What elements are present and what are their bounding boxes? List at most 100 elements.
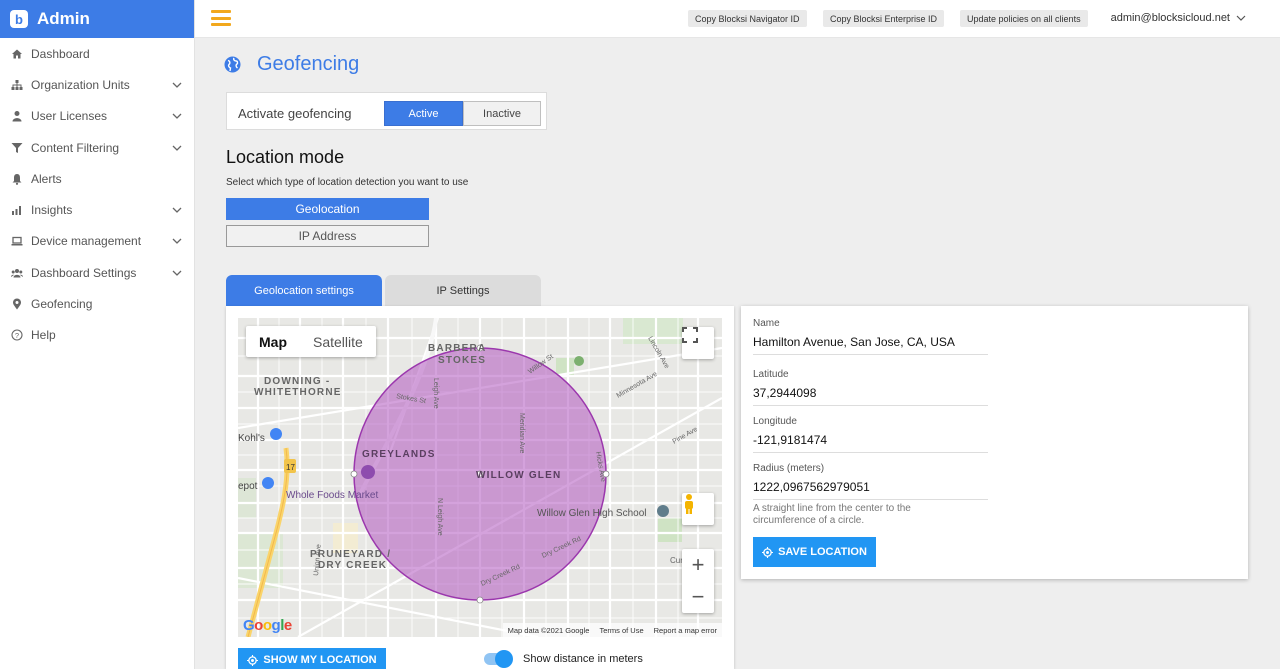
- brand-header[interactable]: b Admin: [0, 0, 194, 38]
- sidebar-item-label: Device management: [31, 234, 142, 249]
- radius-hint: A straight line from the center to the c…: [753, 503, 911, 526]
- bell-icon: [11, 173, 23, 185]
- activate-geofencing-label: Activate geofencing: [238, 106, 352, 121]
- street-view-pegman-icon[interactable]: [682, 493, 714, 525]
- google-logo: Google: [243, 617, 292, 634]
- copy-enterprise-id-button[interactable]: Copy Blocksi Enterprise ID: [823, 10, 945, 27]
- chevron-down-icon: [172, 82, 182, 88]
- latitude-value[interactable]: 37,2944098: [753, 386, 988, 405]
- location-mode-title: Location mode: [226, 147, 345, 167]
- map-card: BARBERA STOKES DOWNING - WHITETHORNE GRE…: [226, 306, 734, 669]
- globe-icon: [224, 56, 241, 73]
- fullscreen-icon[interactable]: [682, 327, 714, 359]
- sidebar-item-user-licenses[interactable]: User Licenses: [0, 101, 194, 132]
- sidebar-item-content-filtering[interactable]: Content Filtering: [0, 132, 194, 163]
- location-mode-description: Select which type of location detection …: [226, 177, 469, 188]
- crosshair-icon: [247, 654, 259, 666]
- map-data-attribution: Map data ©2021 Google: [507, 626, 590, 635]
- map-label: WILLOW GLEN: [476, 470, 561, 481]
- user-email: admin@blocksicloud.net: [1110, 12, 1230, 24]
- longitude-label: Longitude: [753, 416, 797, 427]
- report-map-error-link[interactable]: Report a map error: [649, 623, 722, 637]
- org-tree-icon: [11, 79, 23, 91]
- name-label: Name: [753, 318, 780, 329]
- terms-of-use-link[interactable]: Terms of Use: [594, 623, 648, 637]
- map-label: WHITETHORNE: [254, 387, 342, 398]
- sidebar-item-label: Content Filtering: [31, 140, 120, 155]
- sidebar-item-label: Alerts: [31, 171, 62, 186]
- sidebar-item-label: Organization Units: [31, 77, 130, 92]
- person-icon: [11, 110, 23, 122]
- map-label: Leigh Ave: [432, 378, 439, 409]
- longitude-field[interactable]: Longitude -121,9181474: [753, 416, 988, 453]
- tab-ip-settings[interactable]: IP Settings: [385, 275, 541, 306]
- map-pin-icon: [11, 298, 23, 310]
- map-label: STOKES: [438, 355, 486, 366]
- map-type-control: Map Satellite: [246, 326, 376, 357]
- sidebar-item-alerts[interactable]: Alerts: [0, 163, 194, 194]
- name-field[interactable]: Name Hamilton Avenue, San Jose, CA, USA: [753, 318, 988, 355]
- copy-navigator-id-button[interactable]: Copy Blocksi Navigator ID: [688, 10, 807, 27]
- sidebar-item-dashboard-settings[interactable]: Dashboard Settings: [0, 257, 194, 288]
- show-distance-label: Show distance in meters: [523, 653, 643, 665]
- map-label: Meridian Ave: [518, 413, 525, 453]
- bar-chart-icon: [11, 204, 23, 216]
- latitude-label: Latitude: [753, 369, 789, 380]
- show-my-location-button[interactable]: SHOW MY LOCATION: [238, 648, 386, 669]
- map-label: GREYLANDS: [362, 449, 436, 460]
- brand-logo: b: [10, 10, 28, 28]
- map-label: BARBERA: [428, 343, 486, 354]
- map-label: Kohl's: [238, 433, 265, 444]
- sidebar-item-dashboard[interactable]: Dashboard: [0, 38, 194, 69]
- sidebar-item-label: Help: [31, 328, 56, 343]
- location-details-card: Name Hamilton Avenue, San Jose, CA, USA …: [741, 306, 1248, 579]
- inactive-toggle-button[interactable]: Inactive: [463, 101, 541, 126]
- help-icon: ?: [11, 329, 23, 341]
- users-icon: [11, 267, 23, 279]
- map-canvas[interactable]: BARBERA STOKES DOWNING - WHITETHORNE GRE…: [238, 318, 722, 637]
- sidebar-item-help[interactable]: ? Help: [0, 320, 194, 351]
- geolocation-mode-button[interactable]: Geolocation: [226, 198, 429, 220]
- user-menu[interactable]: admin@blocksicloud.net: [1111, 12, 1246, 24]
- radius-value[interactable]: 1222,0967562979051: [753, 480, 988, 499]
- funnel-icon: [11, 142, 23, 154]
- map-type-satellite-button[interactable]: Satellite: [300, 326, 376, 357]
- sidebar-item-label: Insights: [31, 203, 73, 218]
- radius-field[interactable]: Radius (meters) 1222,0967562979051: [753, 463, 988, 500]
- ip-address-mode-button[interactable]: IP Address: [226, 225, 429, 247]
- save-location-button[interactable]: SAVE LOCATION: [753, 537, 876, 567]
- sidebar-item-device-management[interactable]: Device management: [0, 226, 194, 257]
- zoom-in-icon[interactable]: +: [682, 549, 714, 581]
- page-title: Geofencing: [257, 53, 360, 75]
- sidebar: b Admin Dashboard Organization Units Use…: [0, 0, 195, 669]
- chevron-down-icon: [172, 145, 182, 151]
- map-view[interactable]: BARBERA STOKES DOWNING - WHITETHORNE GRE…: [238, 318, 722, 637]
- map-label: Whole Foods Market: [286, 490, 378, 501]
- sidebar-item-geofencing[interactable]: Geofencing: [0, 288, 194, 319]
- save-location-label: SAVE LOCATION: [778, 546, 867, 558]
- active-toggle-button[interactable]: Active: [384, 101, 463, 126]
- sidebar-item-organization-units[interactable]: Organization Units: [0, 69, 194, 100]
- name-value[interactable]: Hamilton Avenue, San Jose, CA, USA: [753, 335, 988, 354]
- sidebar-item-insights[interactable]: Insights: [0, 194, 194, 225]
- show-distance-toggle[interactable]: [484, 650, 513, 668]
- show-my-location-label: SHOW MY LOCATION: [263, 654, 377, 666]
- longitude-value[interactable]: -121,9181474: [753, 433, 988, 452]
- tab-geolocation-settings[interactable]: Geolocation settings: [226, 275, 382, 306]
- map-label: 17: [286, 463, 295, 472]
- sidebar-nav: Dashboard Organization Units User Licens…: [0, 38, 194, 351]
- map-footer: Map data ©2021 Google Terms of Use Repor…: [502, 623, 722, 637]
- brand-title: Admin: [37, 9, 90, 28]
- update-policies-button[interactable]: Update policies on all clients: [960, 10, 1088, 27]
- map-label: epot: [238, 481, 258, 492]
- latitude-field[interactable]: Latitude 37,2944098: [753, 369, 988, 406]
- hamburger-menu-icon[interactable]: [211, 10, 231, 26]
- chevron-down-icon: [172, 238, 182, 245]
- zoom-out-icon[interactable]: −: [682, 581, 714, 613]
- radius-label: Radius (meters): [753, 463, 825, 474]
- sidebar-item-label: Geofencing: [31, 297, 93, 312]
- sidebar-item-label: User Licenses: [31, 109, 108, 124]
- map-label: N Leigh Ave: [436, 498, 443, 536]
- page-header: Geofencing: [224, 53, 359, 76]
- map-type-map-button[interactable]: Map: [246, 326, 300, 357]
